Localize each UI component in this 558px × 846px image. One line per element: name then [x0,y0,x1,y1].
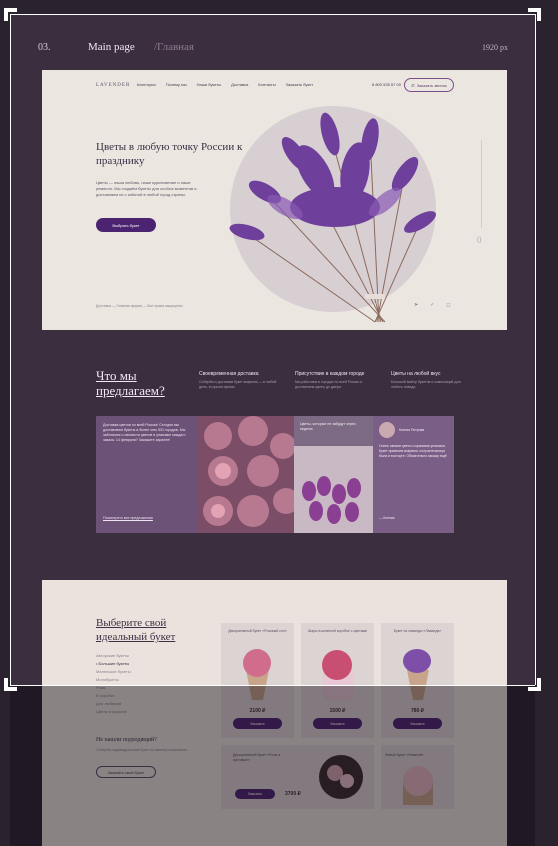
offer-column-presence: Присутствие в каждом городе Мы работаем … [295,371,391,390]
section-title: Main page [88,41,135,53]
call-request-label: Заказать звонок [416,82,447,88]
offer-column-title: Присутствие в каждом городе [295,371,365,377]
category-item-active-label: Большие букеты [98,661,130,666]
telegram-icon[interactable]: ➤ [414,302,418,308]
gallery-text: Доставка цветов по всей России! Сегодня … [103,423,186,442]
crop-handle-bottom-left[interactable] [4,678,17,691]
instagram-icon[interactable]: ◻ [446,302,450,308]
selection-border-right [535,14,536,685]
tulips-image [294,446,373,533]
crop-handle-top-right[interactable] [528,8,541,21]
product-name: Шары в шляпной коробке с цветами [307,629,368,633]
phone-number[interactable]: 8 800 535 57 00 [372,82,401,87]
social-links: ➤ ✓ ◻ [414,302,451,308]
offer-column-delivery: Своевременная доставка Соберём и достави… [199,371,295,390]
roses-image [198,416,294,533]
review-card: Ксения Петрова Очень свежие цветы и крас… [373,416,454,533]
nav-item-categories[interactable]: Категории [137,82,156,87]
offer-column-title: Цветы на любой вкус [391,371,441,377]
call-request-button[interactable]: ✆ Заказать звонок [404,78,454,92]
slider-line [481,140,482,228]
category-item[interactable]: Монобукеты [96,676,131,684]
avatar [379,422,395,438]
width-label: 1920 px [482,43,508,52]
offer-column-title: Своевременная доставка [199,371,259,377]
offer-column-text: Соберём и доставим букет вовремя — в люб… [199,380,277,389]
gallery-mid-text: Цветы, которые не забудут через неделю [294,416,373,446]
product-name: Букет из лаванды «Лаванда» [393,629,442,633]
product-name: Декоративный букет «Розовый сон» [228,629,287,633]
hero-title: Цветы в любую точку России к празднику [96,141,243,167]
choose-bouquet-button[interactable]: Выбрать букет [96,218,156,232]
selection-border-left [10,14,11,685]
gallery-link[interactable]: Посмотреть все предложения [103,516,153,521]
catalog-title: Выберите свой идеальный букет [96,617,176,643]
category-item[interactable]: Авторские букеты [96,652,131,660]
offer-column-text: Мы работаем в городах по всей России и д… [295,380,363,389]
section-title-ru: /Главная [154,41,194,53]
vk-icon[interactable]: ✓ [430,302,434,308]
hero-footer: Доставка — Главная фирма — Все права защ… [96,304,183,308]
category-item-active[interactable]: • Большие букеты [96,660,131,668]
hero-text: Цветы — наша любовь, наше вдохновение и … [96,180,197,197]
overlay-dim [10,685,535,846]
selection-border-top [10,14,535,15]
offer-columns: Своевременная доставка Соберём и достави… [199,371,487,390]
review-author: Ксения Петрова [398,427,425,432]
review-pager[interactable]: — Ксения [379,516,395,521]
crop-handle-top-left[interactable] [4,8,17,21]
offer-title: Что мы предлагаем? [96,368,165,398]
nav-item-contacts[interactable]: Контакты [258,82,275,87]
nav-item-delivery[interactable]: Доставка [231,82,248,87]
nav-item-why-us[interactable]: Почему мы [166,82,187,87]
gallery-text-card: Доставка цветов по всей России! Сегодня … [96,416,198,533]
lavender-bouquet-image [229,112,436,323]
review-text: Очень свежие цветы и красивая упаковка. … [379,444,448,458]
crop-handle-bottom-right[interactable] [528,678,541,691]
nav-item-bouquets[interactable]: Наши букеты [197,82,221,87]
phone-icon: ✆ [411,82,415,88]
site-logo[interactable]: LAVENDER [96,83,130,88]
offer-column-taste: Цветы на любой вкус Большой выбор букето… [391,371,487,390]
offer-column-text: Большой выбор букетов и композиций для л… [391,380,461,389]
category-item[interactable]: Маленькие букеты [96,668,131,676]
nav-item-order[interactable]: Заказать букет [286,82,314,87]
slide-number: 0 [477,235,482,245]
site-nav: Категории Почему мы Наши букеты Доставка… [137,82,313,87]
section-index: 03. [38,42,51,53]
selection-border-bottom [10,685,535,686]
